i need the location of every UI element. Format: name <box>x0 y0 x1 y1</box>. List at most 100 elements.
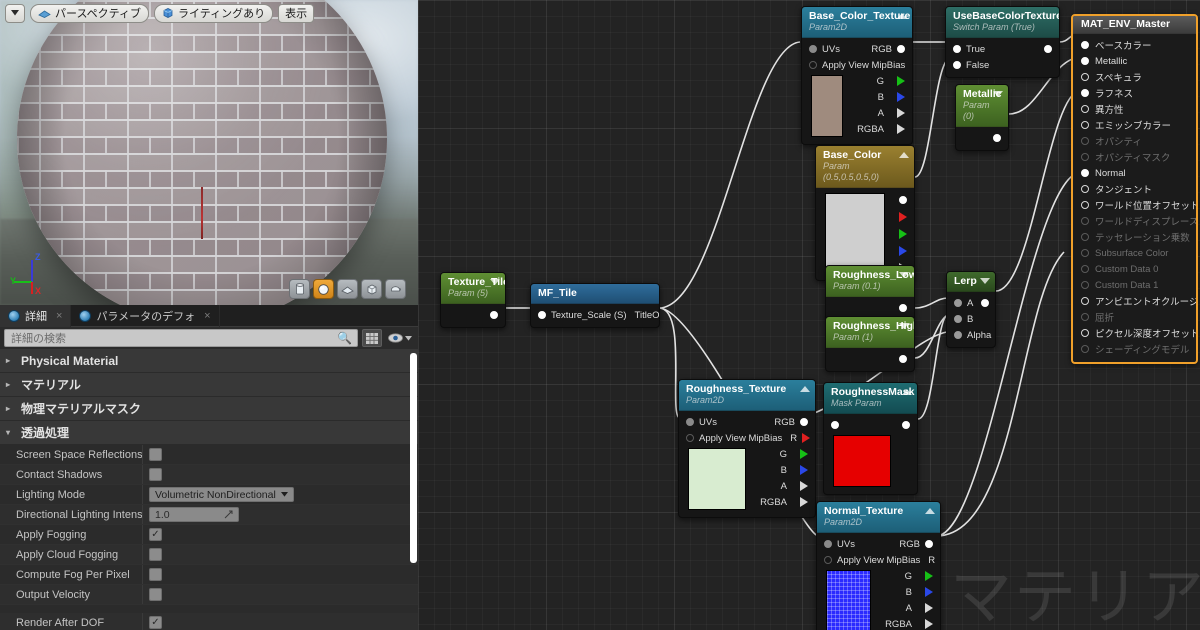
tab-parameter-defaults-close-icon[interactable]: × <box>204 310 210 322</box>
pin-dot[interactable] <box>1081 41 1089 49</box>
output-pin-rgb[interactable] <box>892 191 914 208</box>
pin-arrow[interactable] <box>925 603 933 613</box>
input-pin-a[interactable]: A <box>954 298 973 309</box>
master-pin-row[interactable]: アンビエントオクルージョン <box>1073 293 1196 309</box>
input-pin-uvs[interactable]: UVs <box>824 539 855 550</box>
node-header[interactable]: Roughness_Texture Param2D <box>679 380 815 411</box>
pin-arrow[interactable] <box>925 571 933 581</box>
pin-dot[interactable] <box>1081 297 1089 305</box>
texture-thumbnail[interactable] <box>811 75 844 137</box>
input-pin-false[interactable]: False <box>953 60 989 71</box>
pin-dot[interactable] <box>953 61 961 69</box>
output-pin[interactable] <box>826 300 914 316</box>
node-header[interactable]: MAT_ENV_Master <box>1073 16 1196 34</box>
output-pin[interactable] <box>902 421 910 429</box>
node-header[interactable]: Base_Color_Texture Param2D <box>802 7 912 38</box>
node-use-base-color-texture[interactable]: UseBaseColorTexture Switch Param (True) … <box>945 6 1060 78</box>
input-pin-apply-view-mipbias[interactable]: Apply View MipBias <box>686 433 782 444</box>
node-header[interactable]: UseBaseColorTexture Switch Param (True) <box>946 7 1059 38</box>
pin-dot[interactable] <box>824 540 832 548</box>
collapse-toggle-icon[interactable] <box>899 152 909 158</box>
collapse-toggle-icon[interactable] <box>980 278 990 284</box>
collapse-toggle-icon[interactable] <box>800 386 810 392</box>
contact-shadows-checkbox[interactable] <box>149 468 162 481</box>
details-search-input[interactable]: 詳細の検索 🔍 <box>4 329 358 347</box>
pin-dot[interactable] <box>899 355 907 363</box>
collapse-toggle-icon[interactable] <box>899 272 909 278</box>
node-base-color-texture[interactable]: Base_Color_Texture Param2D UVs RGB Apply… <box>801 6 913 145</box>
category-physical-material[interactable]: ▸ Physical Material <box>0 349 418 373</box>
material-preview-viewport[interactable]: Z Y X パースペクティブ ライティングあり 表示 <box>0 0 418 305</box>
node-header[interactable]: Roughness_Low Param (0.1) <box>826 266 914 297</box>
collapse-toggle-icon[interactable] <box>902 389 912 395</box>
master-pin-row[interactable]: オパシティマスク <box>1073 149 1196 165</box>
pin-dot[interactable] <box>490 311 498 319</box>
output-pin-b[interactable] <box>892 242 914 259</box>
pin-arrow[interactable] <box>899 211 907 222</box>
category-physical-material-mask[interactable]: ▸ 物理マテリアルマスク <box>0 397 418 421</box>
master-pin-row[interactable]: ワールド位置オフセット <box>1073 197 1196 213</box>
pin-arrow[interactable] <box>800 497 808 507</box>
node-normal-texture[interactable]: Normal_Texture Param2D UVs RGB Apply Vie… <box>816 501 941 630</box>
node-roughness-texture[interactable]: Roughness_Texture Param2D UVs RGB Apply … <box>678 379 816 518</box>
pin-arrow[interactable] <box>800 481 808 491</box>
node-header[interactable]: Base_Color Param (0.5,0.5,0.5,0) <box>816 146 914 188</box>
material-graph-canvas[interactable]: マテリア Base_Color_Texture Param2D UVs RGB … <box>418 0 1200 630</box>
collapse-toggle-icon[interactable] <box>925 508 935 514</box>
mask-swatch[interactable] <box>833 435 891 487</box>
pin-dot[interactable] <box>993 134 1001 142</box>
node-header[interactable]: Metallic Param (0) <box>956 85 1008 127</box>
master-pin-row[interactable]: ラフネス <box>1073 85 1196 101</box>
tab-parameter-defaults[interactable]: パラメータのデフォ × <box>71 305 220 327</box>
input-pin-apply-view-mipbias[interactable]: Apply View MipBias <box>809 60 905 71</box>
master-pin-row[interactable]: 異方性 <box>1073 101 1196 117</box>
pin-dot[interactable] <box>824 556 832 564</box>
output-pin-rgb[interactable]: RGB <box>899 539 933 550</box>
pin-arrow[interactable] <box>897 76 905 86</box>
master-pin-row[interactable]: Custom Data 0 <box>1073 261 1196 277</box>
node-header[interactable]: Texture_Tile Param (5) <box>441 273 505 304</box>
output-pin[interactable] <box>1044 45 1052 53</box>
pin-arrow[interactable] <box>899 245 907 256</box>
master-pin-row[interactable]: オパシティ <box>1073 133 1196 149</box>
node-roughness-mask[interactable]: RoughnessMask Mask Param <box>823 382 918 495</box>
pin-arrow[interactable] <box>800 465 808 475</box>
lighting-mode-button[interactable]: ライティングあり <box>154 3 274 23</box>
master-pin-row[interactable]: ピクセル深度オフセット <box>1073 325 1196 341</box>
pin-arrow[interactable] <box>800 449 808 459</box>
input-pin-true[interactable]: True <box>953 44 985 55</box>
output-pin-r[interactable] <box>892 208 914 225</box>
pin-arrow[interactable] <box>897 92 905 102</box>
output-velocity-checkbox[interactable] <box>149 588 162 601</box>
pin-dot[interactable] <box>899 304 907 312</box>
master-pin-row[interactable]: スペキュラ <box>1073 69 1196 85</box>
tab-details-close-icon[interactable]: × <box>56 310 62 322</box>
pin-dot[interactable] <box>954 299 962 307</box>
node-header[interactable]: Lerp <box>947 272 995 292</box>
pin-arrow[interactable] <box>897 124 905 134</box>
node-base-color[interactable]: Base_Color Param (0.5,0.5,0.5,0) <box>815 145 915 281</box>
collapse-toggle-icon[interactable] <box>490 279 500 285</box>
output-pin[interactable] <box>826 351 914 367</box>
compute-fog-per-pixel-checkbox[interactable] <box>149 568 162 581</box>
plane-preview-button[interactable] <box>337 279 358 299</box>
collapse-toggle-icon[interactable] <box>899 323 909 329</box>
pin-dot[interactable] <box>1081 169 1089 177</box>
input-pin-alpha[interactable]: Alpha <box>954 330 991 341</box>
pin-dot[interactable] <box>686 418 694 426</box>
pin-dot[interactable] <box>1081 185 1089 193</box>
render-after-dof-checkbox[interactable]: ✓ <box>149 616 162 629</box>
master-pin-row[interactable]: テッセレーション乗数 <box>1073 229 1196 245</box>
screen-space-reflections-checkbox[interactable] <box>149 448 162 461</box>
pin-arrow[interactable] <box>899 228 907 239</box>
node-header[interactable]: RoughnessMask Mask Param <box>824 383 917 414</box>
output-pin-r[interactable]: R <box>928 555 940 566</box>
master-pin-row[interactable]: Subsurface Color <box>1073 245 1196 261</box>
node-header[interactable]: Normal_Texture Param2D <box>817 502 940 533</box>
input-pin-b[interactable]: B <box>954 314 973 325</box>
pin-dot[interactable] <box>902 421 910 429</box>
master-pin-row[interactable]: 屈折 <box>1073 309 1196 325</box>
input-pin-texture-scale[interactable]: Texture_Scale (S) <box>538 310 627 321</box>
pin-dot[interactable] <box>953 45 961 53</box>
pin-dot[interactable] <box>954 315 962 323</box>
